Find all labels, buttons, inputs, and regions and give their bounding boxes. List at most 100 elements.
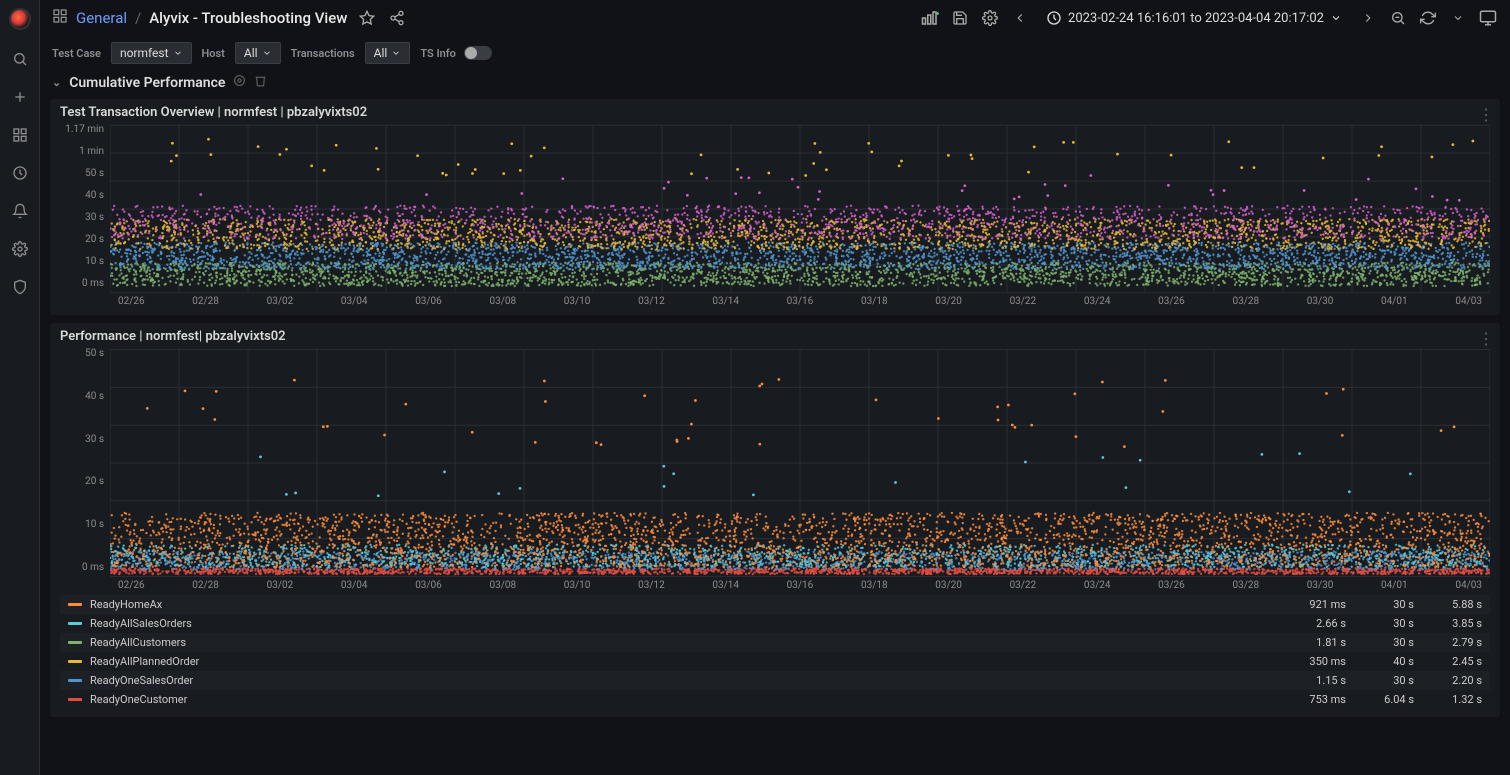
chevron-down-icon: [1330, 12, 1342, 24]
legend-swatch: [68, 698, 82, 701]
legend-value: 1.15 s: [1286, 674, 1346, 687]
tsinfo-group: TS Info: [420, 46, 492, 60]
variable-toolbar: Test Case normfest Host All Transactions…: [40, 36, 1510, 70]
legend-value: 30 s: [1354, 636, 1414, 649]
refresh-icon[interactable]: [1418, 8, 1438, 28]
shield-icon[interactable]: [11, 278, 29, 296]
breadcrumb-separator: /: [135, 9, 141, 27]
legend-row[interactable]: ReadyAllCustomers 1.81 s 30 s 2.79 s: [60, 633, 1490, 652]
scatter-plot[interactable]: [110, 124, 1490, 294]
testcase-label: Test Case: [52, 47, 101, 60]
grafana-logo[interactable]: [9, 8, 31, 30]
legend-swatch: [68, 603, 82, 606]
share-icon[interactable]: [387, 8, 407, 28]
transactions-label: Transactions: [291, 47, 355, 60]
dashboards-icon[interactable]: [11, 126, 29, 144]
legend-swatch: [68, 679, 82, 682]
testcase-value: normfest: [120, 46, 169, 60]
chart-area-2[interactable]: 50 s40 s30 s20 s10 s0 ms 02/2602/2803/02…: [60, 348, 1490, 591]
legend-value: 30 s: [1354, 598, 1414, 611]
legend-value: 40 s: [1354, 655, 1414, 668]
row-title: Cumulative Performance: [69, 75, 225, 91]
chart-area-1[interactable]: 1.17 min1 min50 s40 s30 s20 s10 s0 ms 02…: [60, 124, 1490, 307]
breadcrumb-folder[interactable]: General: [76, 9, 127, 27]
legend-swatch: [68, 660, 82, 663]
scatter-plot[interactable]: [110, 348, 1490, 578]
legend-value: 1.81 s: [1286, 636, 1346, 649]
plus-icon[interactable]: [11, 88, 29, 106]
monitor-icon[interactable]: [1478, 8, 1498, 28]
chevron-down-icon: [262, 48, 272, 58]
panel-overview: Test Transaction Overview | normfest | p…: [50, 99, 1500, 315]
legend-row[interactable]: ReadyOneCustomer753 ms6.04 s1.32 s: [60, 690, 1490, 709]
x-axis: 02/2602/2803/0203/0403/0603/0803/1003/12…: [110, 296, 1490, 307]
transactions-dropdown[interactable]: All: [365, 42, 411, 64]
gear-icon[interactable]: [980, 8, 1000, 28]
legend-swatch: [68, 622, 82, 625]
panel-title: Test Transaction Overview | normfest | p…: [60, 105, 1490, 120]
legend-value: 350 ms: [1286, 655, 1346, 668]
x-axis: 02/2602/2803/0203/0403/0603/0803/1003/12…: [110, 580, 1490, 591]
chevron-down-icon: [391, 48, 401, 58]
zoom-out-icon[interactable]: [1388, 8, 1408, 28]
breadcrumb-title: Alyvix - Troubleshooting View: [149, 9, 347, 27]
legend-value: 3.85 s: [1422, 617, 1482, 630]
breadcrumb: General / Alyvix - Troubleshooting View: [52, 8, 347, 28]
main-area: General / Alyvix - Troubleshooting View …: [40, 0, 1510, 775]
save-icon[interactable]: [950, 8, 970, 28]
search-icon[interactable]: [11, 50, 29, 68]
legend-value: 2.66 s: [1286, 617, 1346, 630]
legend-value: 921 ms: [1286, 598, 1346, 611]
legend-swatch: [68, 641, 82, 644]
legend-value: 30 s: [1354, 674, 1414, 687]
legend-name: ReadyOneCustomer: [90, 693, 1278, 706]
transactions-value: All: [374, 46, 388, 60]
legend-value: 5.88 s: [1422, 598, 1482, 611]
host-value: All: [244, 46, 258, 60]
legend-name: ReadyOneSalesOrder: [90, 674, 1278, 687]
chevron-left-icon[interactable]: [1010, 8, 1030, 28]
time-range-picker[interactable]: 2023-02-24 16:16:01 to 2023-04-04 20:17:…: [1040, 6, 1348, 30]
y-axis: 50 s40 s30 s20 s10 s0 ms: [60, 348, 108, 573]
alerting-icon[interactable]: [11, 202, 29, 220]
panel-performance: Performance | normfest| pbzalyvixts02 ⋮ …: [50, 323, 1500, 717]
legend-value: 2.20 s: [1422, 674, 1482, 687]
legend-value: 30 s: [1354, 617, 1414, 630]
time-range-text: 2023-02-24 16:16:01 to 2023-04-04 20:17:…: [1068, 11, 1324, 26]
panel-menu-icon[interactable]: ⋮: [1478, 329, 1492, 348]
panel-menu-icon[interactable]: ⋮: [1478, 105, 1492, 124]
legend-row[interactable]: ReadyOneSalesOrder 1.15 s 30 s 2.20 s: [60, 671, 1490, 690]
legend-name: ReadyAllPlannedOrder: [90, 655, 1278, 668]
chevron-down-icon: [173, 48, 183, 58]
refresh-dropdown-icon[interactable]: [1448, 8, 1468, 28]
legend-value: 6.04 s: [1354, 693, 1414, 706]
row-delete-icon[interactable]: [254, 74, 267, 91]
legend-row[interactable]: ReadyAllPlannedOrder 350 ms 40 s 2.45 s: [60, 652, 1490, 671]
topbar: General / Alyvix - Troubleshooting View …: [40, 0, 1510, 36]
row-settings-icon[interactable]: [233, 74, 246, 91]
row-header[interactable]: ⌄ Cumulative Performance: [40, 70, 1510, 95]
legend-table: ReadyHomeAx 921 ms 30 s 5.88 s ReadyAllSales…: [60, 595, 1490, 709]
tsinfo-label: TS Info: [420, 47, 456, 60]
panel-title: Performance | normfest| pbzalyvixts02: [60, 329, 1490, 344]
testcase-dropdown[interactable]: normfest: [111, 42, 192, 64]
star-icon[interactable]: [357, 8, 377, 28]
legend-name: ReadyHomeAx: [90, 598, 1278, 611]
explore-icon[interactable]: [11, 164, 29, 182]
left-sidebar: [0, 0, 40, 775]
tsinfo-toggle[interactable]: [464, 46, 492, 60]
legend-name: ReadyAllSalesOrders: [90, 617, 1278, 630]
legend-value: 2.45 s: [1422, 655, 1482, 668]
settings-icon[interactable]: [11, 240, 29, 258]
dashboard-grid-icon[interactable]: [52, 8, 68, 28]
legend-row[interactable]: ReadyHomeAx 921 ms 30 s 5.88 s: [60, 595, 1490, 614]
chevron-right-icon[interactable]: [1358, 8, 1378, 28]
host-dropdown[interactable]: All: [235, 42, 281, 64]
clock-icon: [1046, 10, 1062, 26]
add-panel-icon[interactable]: [920, 8, 940, 28]
collapse-icon: ⌄: [52, 76, 61, 89]
legend-value: 2.79 s: [1422, 636, 1482, 649]
legend-row[interactable]: ReadyAllSalesOrders 2.66 s 30 s 3.85 s: [60, 614, 1490, 633]
host-label: Host: [202, 47, 225, 60]
legend-name: ReadyAllCustomers: [90, 636, 1278, 649]
